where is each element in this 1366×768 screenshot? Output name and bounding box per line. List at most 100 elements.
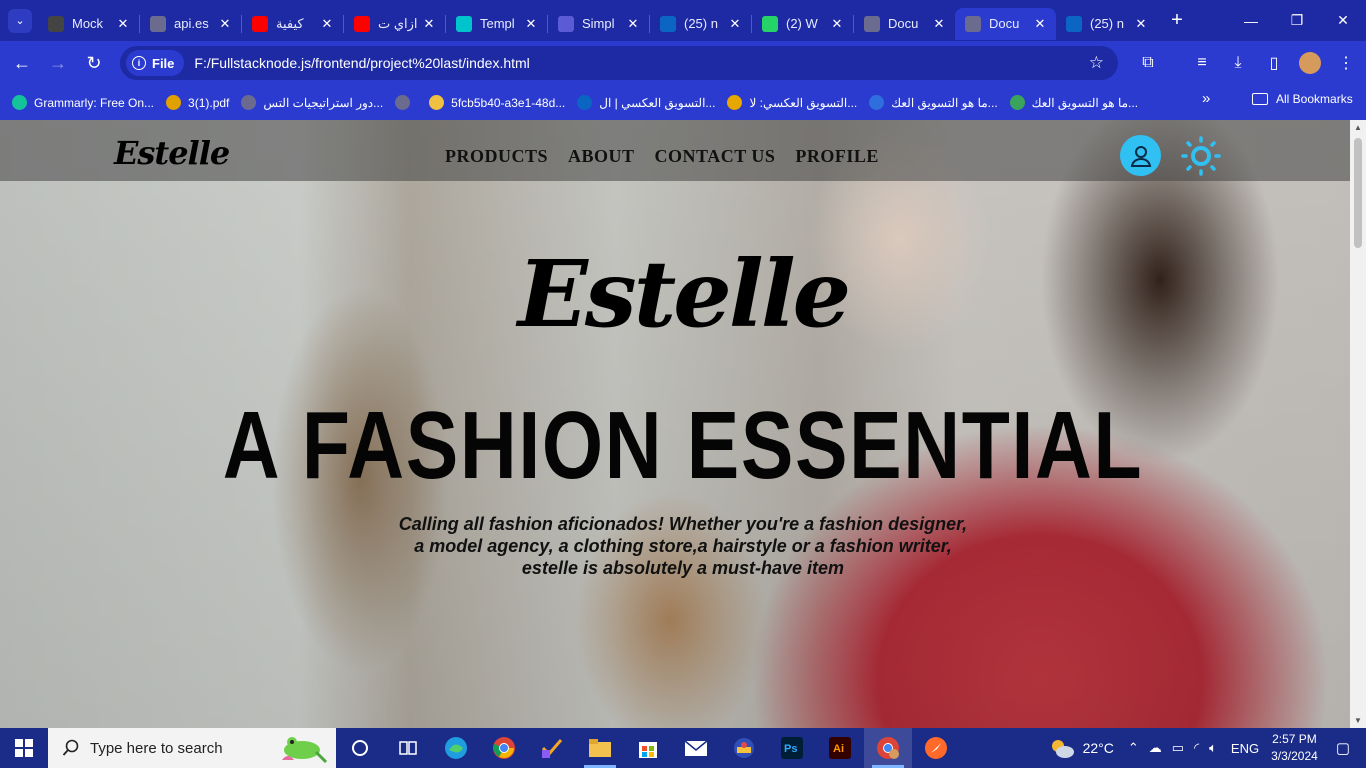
bookmark-item[interactable]: دور استراتيجيات التس... — [235, 89, 389, 117]
browser-tab[interactable]: (25) n ✕ — [1056, 8, 1157, 40]
clock-date: 3/3/2024 — [1271, 749, 1318, 763]
scroll-down-icon[interactable]: ▼ — [1354, 716, 1362, 725]
theme-toggle-button[interactable] — [1180, 135, 1221, 176]
compass-app-icon[interactable] — [912, 728, 960, 768]
site-nav-links: PRODUCTS ABOUT CONTACT US PROFILE — [445, 146, 879, 167]
windows-logo-icon — [15, 739, 33, 757]
task-view-icon[interactable] — [384, 728, 432, 768]
site-info-chip[interactable]: i File — [126, 50, 185, 76]
volume-icon[interactable]: 🔈︎ — [1209, 740, 1217, 756]
page-scrollbar[interactable]: ▲ ▼ — [1350, 120, 1366, 728]
cortana-icon[interactable] — [336, 728, 384, 768]
all-bookmarks-button[interactable]: All Bookmarks — [1252, 92, 1353, 106]
windows-start-button[interactable] — [0, 728, 48, 768]
system-clock[interactable]: 2:57 PM 3/3/2024 — [1271, 731, 1318, 765]
nav-profile[interactable]: PROFILE — [795, 146, 879, 167]
hero-title: A FASHION ESSENTIAL — [222, 392, 1144, 499]
nav-about[interactable]: ABOUT — [568, 146, 635, 167]
close-tab-icon[interactable]: ✕ — [421, 16, 437, 32]
browser-tab[interactable]: (25) n ✕ — [650, 8, 751, 40]
reload-icon[interactable]: ↻ — [76, 45, 112, 81]
bookmark-label: ما هو التسويق العك... — [891, 95, 998, 110]
close-tab-icon[interactable]: ✕ — [217, 16, 233, 32]
close-tab-icon[interactable]: ✕ — [1133, 16, 1149, 32]
site-logo[interactable]: Estelle — [114, 134, 230, 172]
minimize-icon[interactable]: — — [1228, 0, 1274, 41]
taskbar-search[interactable]: Type here to search — [48, 728, 336, 768]
tab-list: Mock ✕ api.es ✕ كيفية ✕ ازاي ت ✕ Templ ✕ Simpl ✕ (25… — [38, 2, 1157, 40]
browser-tab[interactable]: api.es ✕ — [140, 8, 241, 40]
bookmark-item[interactable]: Grammarly: Free On... — [6, 89, 160, 117]
scrollbar-thumb[interactable] — [1354, 138, 1362, 248]
notifications-icon[interactable]: ▢ — [1336, 739, 1350, 757]
bookmark-item[interactable] — [389, 89, 423, 117]
browser-tab[interactable]: Docu ✕ — [854, 8, 955, 40]
nav-contact-us[interactable]: CONTACT US — [655, 146, 776, 167]
media-controls-icon[interactable]: ≡ — [1184, 45, 1220, 81]
bookmark-site-icon — [1009, 95, 1025, 110]
bookmark-star-icon[interactable]: ☆ — [1089, 53, 1104, 73]
game-app-icon[interactable] — [720, 728, 768, 768]
chrome-icon[interactable] — [480, 728, 528, 768]
side-panel-icon[interactable]: ▯ — [1256, 45, 1292, 81]
mail-icon[interactable] — [672, 728, 720, 768]
extensions-icon[interactable]: ⧉ — [1130, 45, 1166, 81]
close-tab-icon[interactable]: ✕ — [931, 16, 947, 32]
nav-products[interactable]: PRODUCTS — [445, 146, 548, 167]
browser-toolbar: ← → ↻ i File F:/Fullstacknode.js/fronten… — [0, 41, 1366, 85]
user-account-button[interactable] — [1120, 135, 1161, 176]
bookmark-item[interactable]: التسويق العكسي: لا... — [721, 89, 863, 117]
restore-icon[interactable]: ❐ — [1274, 0, 1320, 41]
menu-icon[interactable]: ⋮ — [1328, 45, 1364, 81]
scroll-up-icon[interactable]: ▲ — [1354, 123, 1362, 132]
bookmarks-overflow-icon[interactable]: » — [1202, 90, 1210, 107]
wifi-icon[interactable]: ◜ — [1194, 740, 1199, 756]
language-indicator[interactable]: ENG — [1231, 741, 1259, 756]
browser-tab[interactable]: Simpl ✕ — [548, 8, 649, 40]
close-tab-icon[interactable]: ✕ — [625, 16, 641, 32]
back-icon[interactable]: ← — [4, 45, 40, 81]
close-window-icon[interactable]: ✕ — [1320, 0, 1366, 41]
all-bookmarks-label: All Bookmarks — [1276, 92, 1353, 106]
close-tab-icon[interactable]: ✕ — [829, 16, 845, 32]
profile-avatar[interactable] — [1299, 52, 1321, 74]
bookmark-item[interactable]: 3(1).pdf — [160, 89, 235, 117]
chrome-profile-icon[interactable] — [864, 728, 912, 768]
close-tab-icon[interactable]: ✕ — [727, 16, 743, 32]
bookmark-item[interactable]: ما هو التسويق العك... — [1004, 89, 1144, 117]
tray-chevron-icon[interactable]: ⌃ — [1128, 740, 1139, 756]
downloads-icon[interactable]: ⤓ — [1220, 45, 1256, 81]
browser-tab[interactable]: Mock ✕ — [38, 8, 139, 40]
bookmark-item[interactable]: 5fcb5b40-a3e1-48d... — [423, 89, 571, 117]
svg-text:Ai: Ai — [833, 743, 844, 755]
battery-icon[interactable]: ▭ — [1172, 740, 1184, 756]
address-bar[interactable]: i File F:/Fullstacknode.js/frontend/proj… — [120, 46, 1118, 80]
browser-tab-active[interactable]: Docu ✕ — [955, 7, 1056, 40]
illustrator-icon[interactable]: Ai — [816, 728, 864, 768]
browser-tab[interactable]: كيفية ✕ — [242, 8, 343, 40]
url-text[interactable]: F:/Fullstacknode.js/frontend/project%20l… — [194, 55, 529, 71]
globe-icon — [864, 15, 880, 32]
onedrive-icon[interactable]: ☁ — [1149, 740, 1162, 756]
close-tab-icon[interactable]: ✕ — [115, 16, 131, 32]
browser-tab[interactable]: ازاي ت ✕ — [344, 8, 445, 40]
tasks-app-icon[interactable] — [528, 728, 576, 768]
hero-description: Calling all fashion aficionados! Whether… — [383, 513, 983, 579]
forward-icon[interactable]: → — [40, 45, 76, 81]
file-explorer-icon[interactable] — [576, 728, 624, 768]
weather-widget[interactable]: 22°C — [1049, 737, 1114, 759]
photoshop-icon[interactable]: Ps — [768, 728, 816, 768]
bookmark-item[interactable]: ما هو التسويق العك... — [863, 89, 1003, 117]
close-tab-icon[interactable]: ✕ — [523, 16, 539, 32]
microsoft-store-icon[interactable] — [624, 728, 672, 768]
tab-search-button[interactable]: ⌄ — [8, 8, 32, 33]
new-tab-button[interactable]: + — [1163, 7, 1191, 35]
bookmark-label: ما هو التسويق العك... — [1031, 95, 1139, 110]
browser-tab[interactable]: (2) W ✕ — [752, 8, 853, 40]
browser-tab[interactable]: Templ ✕ — [446, 8, 547, 40]
close-tab-icon[interactable]: ✕ — [319, 16, 335, 32]
bookmark-item[interactable]: التسويق العكسي | ال... — [571, 89, 721, 117]
edge-icon[interactable] — [432, 728, 480, 768]
close-tab-icon[interactable]: ✕ — [1032, 16, 1048, 32]
bookmarks-bar: Grammarly: Free On... 3(1).pdf دور استراتي… — [0, 85, 1366, 120]
